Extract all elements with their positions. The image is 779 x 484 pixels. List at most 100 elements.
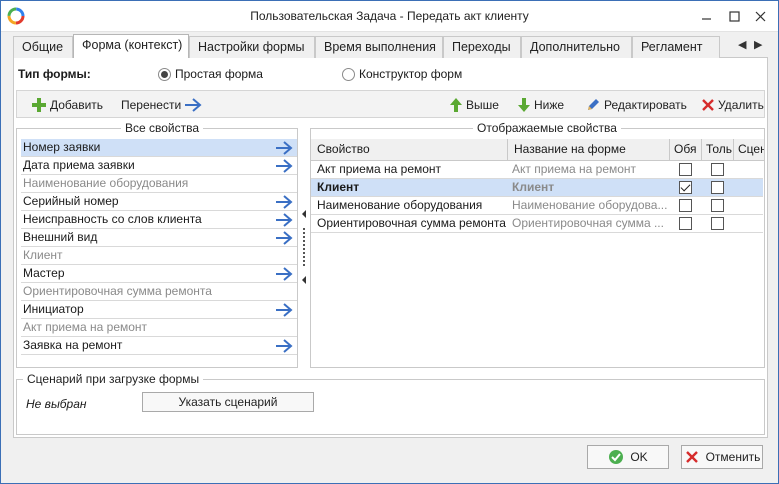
list-item[interactable]: Дата приема заявки [21, 157, 297, 175]
radio-label: Простая форма [175, 67, 263, 81]
list-item[interactable]: Неисправность со слов клиента [21, 211, 297, 229]
add-button[interactable]: Добавить [31, 94, 103, 116]
list-item[interactable]: Наименование оборудования [21, 175, 297, 193]
arrow-up-icon [450, 98, 462, 112]
shown-properties-group: Отображаемые свойства Свойство Название … [310, 121, 765, 368]
shown-properties-grid: Свойство Название на форме Обя Толь Сцен… [311, 139, 764, 367]
cell-property: Клиент [317, 180, 360, 194]
delete-label: Удалить [718, 98, 764, 112]
arrow-right-icon[interactable] [275, 159, 293, 173]
maximize-icon [728, 11, 740, 22]
edit-button[interactable]: Редактировать [585, 94, 687, 116]
list-item[interactable]: Номер заявки [21, 139, 297, 157]
readonly-checkbox[interactable] [711, 181, 724, 194]
tab-label: Форма (контекст) [82, 38, 183, 52]
arrow-right-icon [185, 98, 202, 112]
tab-label: Настройки формы [198, 40, 305, 54]
delete-x-icon [702, 99, 714, 111]
col-header-required[interactable]: Обя [670, 139, 702, 161]
tab-label: Общие [22, 40, 64, 54]
list-item-label: Клиент [23, 248, 63, 262]
cell-form-name: Акт приема на ремонт [512, 162, 637, 176]
radio-label: Конструктор форм [359, 67, 463, 81]
list-item[interactable]: Мастер [21, 265, 297, 283]
move-up-button[interactable]: Выше [449, 94, 499, 116]
col-header-form-name[interactable]: Название на форме [508, 139, 670, 161]
list-item-label: Дата приема заявки [23, 158, 135, 172]
move-item-button[interactable] [275, 339, 293, 358]
edit-label: Редактировать [604, 98, 687, 112]
tab-general[interactable]: Общие [13, 36, 73, 58]
window-title: Пользовательская Задача - Передать акт к… [250, 9, 529, 23]
table-row[interactable]: Ориентировочная сумма ремонта Ориентирово… [311, 215, 763, 233]
cancel-x-icon [685, 451, 698, 463]
arrow-right-icon[interactable] [275, 339, 293, 353]
radio-dot [158, 67, 171, 81]
readonly-checkbox[interactable] [711, 217, 724, 230]
list-item-label: Акт приема на ремонт [23, 320, 148, 334]
list-item[interactable]: Инициатор [21, 301, 297, 319]
tab-execution-time[interactable]: Время выполнения [315, 36, 443, 58]
required-checkbox[interactable] [679, 217, 692, 230]
arrow-right-icon[interactable] [275, 303, 293, 317]
splitter-handle[interactable] [300, 206, 308, 386]
delete-button[interactable]: Удалить [701, 94, 764, 116]
move-down-button[interactable]: Ниже [517, 94, 564, 116]
list-item-label: Внешний вид [23, 230, 98, 244]
ok-button[interactable]: OK [587, 445, 669, 469]
readonly-checkbox[interactable] [711, 163, 724, 176]
arrow-right-icon[interactable] [275, 267, 293, 281]
title-bar: Пользовательская Задача - Передать акт к… [1, 1, 778, 32]
tab-form-settings[interactable]: Настройки формы [189, 36, 315, 58]
col-header-readonly[interactable]: Толь [702, 139, 734, 161]
list-item[interactable]: Заявка на ремонт [21, 337, 297, 355]
list-item[interactable]: Ориентировочная сумма ремонта [21, 283, 297, 301]
arrow-right-icon[interactable] [275, 195, 293, 209]
ok-label: OK [630, 450, 648, 464]
readonly-checkbox[interactable] [711, 199, 724, 212]
required-checkbox[interactable] [679, 199, 692, 212]
arrow-right-icon[interactable] [275, 213, 293, 227]
cancel-label: Отменить [705, 450, 761, 464]
radio-simple-form[interactable]: Простая форма [158, 67, 263, 81]
table-row[interactable]: Акт приема на ремонт Акт приема на ремонт [311, 161, 763, 179]
add-label: Добавить [50, 98, 104, 112]
choose-scenario-button[interactable]: Указать сценарий [142, 392, 314, 412]
arrow-right-icon[interactable] [275, 231, 293, 245]
list-item-label: Номер заявки [23, 140, 101, 154]
scenario-title: Сценарий при загрузке формы [23, 372, 204, 386]
toolbar: Добавить Перенести Выше Ниже Редактирова… [16, 90, 765, 118]
tab-form-context[interactable]: Форма (контекст) [73, 34, 189, 59]
list-item[interactable]: Серийный номер [21, 193, 297, 211]
tab-scroll-left-icon[interactable]: ◀ [738, 38, 746, 51]
col-header-property[interactable]: Свойство [311, 139, 508, 161]
table-row[interactable]: Клиент Клиент [311, 179, 763, 197]
col-header-scenario[interactable]: Сцен [734, 139, 764, 161]
list-item-label: Ориентировочная сумма ремонта [23, 284, 212, 298]
list-item-label: Неисправность со слов клиента [23, 212, 202, 226]
check-circle-icon [609, 450, 624, 464]
move-button[interactable]: Перенести [121, 94, 202, 116]
scenario-value: Не выбран [26, 397, 87, 411]
tab-additional[interactable]: Дополнительно [521, 36, 632, 58]
down-label: Ниже [534, 98, 565, 112]
minimize-icon [701, 18, 711, 20]
cell-form-name: Ориентировочная сумма ... [512, 216, 664, 230]
arrow-down-icon [518, 98, 530, 112]
radio-form-builder[interactable]: Конструктор форм [342, 67, 462, 81]
close-button[interactable] [742, 1, 778, 32]
list-item[interactable]: Внешний вид [21, 229, 297, 247]
cancel-button[interactable]: Отменить [681, 445, 763, 469]
arrow-right-icon[interactable] [275, 141, 293, 155]
tab-scroll-right-icon[interactable]: ▶ [754, 38, 762, 51]
required-checkbox[interactable] [679, 181, 692, 194]
list-item[interactable]: Клиент [21, 247, 297, 265]
all-properties-group: Все свойства Номер заявки Дата приема зая… [16, 121, 298, 368]
required-checkbox[interactable] [679, 163, 692, 176]
tab-transitions[interactable]: Переходы [443, 36, 521, 58]
tab-label: Регламент [641, 40, 703, 54]
tab-regulation[interactable]: Регламент [632, 36, 720, 58]
tab-content-panel: Тип формы: Простая форма Конструктор фор… [13, 58, 768, 438]
list-item[interactable]: Акт приема на ремонт [21, 319, 297, 337]
table-row[interactable]: Наименование оборудования Наименование об… [311, 197, 763, 215]
